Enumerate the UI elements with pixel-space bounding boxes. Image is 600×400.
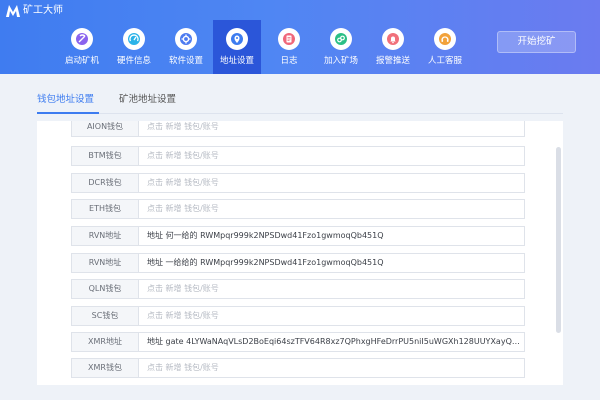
app-title: 矿工大师	[23, 5, 63, 16]
nav-label: 启动矿机	[64, 56, 99, 66]
wallet-row: BTM钱包 点击 新增 钱包/账号	[71, 146, 525, 166]
start-mining-button[interactable]: 开始挖矿	[497, 31, 576, 53]
wallet-row: DCR钱包 点击 新增 钱包/账号	[71, 173, 525, 193]
active-tab-indicator	[37, 112, 99, 114]
wallet-row-label: QLN钱包	[71, 279, 138, 299]
tab-wallet-address[interactable]: 钱包地址设置	[37, 94, 94, 106]
nav-label: 报警推送	[375, 56, 410, 66]
nav-label: 日志	[280, 56, 298, 66]
wallet-row: XMR地址 地址 gate 4LYWaNAqVLsD2BoEqi64szTFV6…	[71, 332, 525, 352]
wallet-row-label: XMR钱包	[71, 358, 138, 378]
wallet-row: SC钱包 点击 新增 钱包/账号	[71, 306, 525, 326]
document-icon	[278, 28, 300, 50]
gear-icon	[175, 28, 197, 50]
wallet-row: RVN地址 地址 何一给的 RWMpqr999k2NPSDwd41Fzo1gwm…	[71, 226, 525, 246]
location-pin-icon	[226, 28, 248, 50]
main-content: 钱包地址设置 矿池地址设置 AION钱包 点击 新增 钱包/账号 BTM钱包 点…	[0, 74, 600, 400]
wallet-address-input[interactable]: 地址 何一给的 RWMpqr999k2NPSDwd41Fzo1gwmoqQb45…	[138, 226, 525, 246]
link-icon	[330, 28, 352, 50]
wallet-row-label: RVN地址	[71, 226, 138, 246]
wallet-row-label: XMR地址	[71, 332, 138, 352]
nav-label: 加入矿场	[323, 56, 358, 66]
wallet-row: RVN地址 地址 一给给的 RWMpqr999k2NPSDwd41Fzo1gwm…	[71, 253, 525, 273]
wallet-row: XMR钱包 点击 新增 钱包/账号	[71, 358, 525, 378]
wallet-row: AION钱包 点击 新增 钱包/账号	[71, 121, 525, 137]
pickaxe-icon	[71, 28, 93, 50]
nav-software-settings[interactable]: 软件设置	[162, 20, 210, 74]
wallet-list-panel: AION钱包 点击 新增 钱包/账号 BTM钱包 点击 新增 钱包/账号 DCR…	[37, 121, 563, 385]
headset-icon	[434, 28, 456, 50]
wallet-row-label: DCR钱包	[71, 173, 138, 193]
wallet-address-input[interactable]: 点击 新增 钱包/账号	[138, 358, 525, 378]
wallet-address-input[interactable]: 点击 新增 钱包/账号	[138, 121, 525, 137]
nav-start-miner[interactable]: 启动矿机	[58, 20, 106, 74]
wallet-row-label: SC钱包	[71, 306, 138, 326]
wallet-row-label: RVN地址	[71, 253, 138, 273]
app-logo: 矿工大师	[6, 3, 63, 19]
nav-alert-push[interactable]: 报警推送	[369, 20, 417, 74]
logo-icon	[6, 5, 20, 17]
wallet-row-label: ETH钱包	[71, 199, 138, 219]
wallet-address-input[interactable]: 点击 新增 钱包/账号	[138, 146, 525, 166]
wallet-row-label: BTM钱包	[71, 146, 138, 166]
nav-label: 人工客服	[427, 56, 462, 66]
wallet-row: ETH钱包 点击 新增 钱包/账号	[71, 199, 525, 219]
nav-customer-service[interactable]: 人工客服	[421, 20, 469, 74]
nav-label: 地址设置	[219, 56, 254, 66]
wallet-address-input[interactable]: 地址 gate 4LYWaNAqVLsD2BoEqi64szTFV64R8xz7…	[138, 332, 525, 352]
bell-icon	[382, 28, 404, 50]
wallet-address-input[interactable]: 地址 一给给的 RWMpqr999k2NPSDwd41Fzo1gwmoqQb45…	[138, 253, 525, 273]
wallet-row: QLN钱包 点击 新增 钱包/账号	[71, 279, 525, 299]
app-header: 矿工大师 启动矿机 硬件信息 软件设置 地址设置 日志 加入矿场 报警推送 人工…	[0, 0, 600, 74]
wallet-row-label: AION钱包	[71, 121, 138, 137]
scrollbar-thumb[interactable]	[556, 147, 561, 333]
nav-address-settings[interactable]: 地址设置	[213, 20, 261, 74]
nav-hardware-info[interactable]: 硬件信息	[110, 20, 158, 74]
nav-log[interactable]: 日志	[265, 20, 313, 74]
settings-tabs: 钱包地址设置 矿池地址设置	[37, 92, 563, 114]
tab-pool-address[interactable]: 矿池地址设置	[119, 94, 176, 106]
nav-join-farm[interactable]: 加入矿场	[317, 20, 365, 74]
wallet-address-input[interactable]: 点击 新增 钱包/账号	[138, 199, 525, 219]
wallet-address-input[interactable]: 点击 新增 钱包/账号	[138, 306, 525, 326]
wallet-address-input[interactable]: 点击 新增 钱包/账号	[138, 173, 525, 193]
nav-label: 硬件信息	[116, 56, 151, 66]
wallet-address-input[interactable]: 点击 新增 钱包/账号	[138, 279, 525, 299]
gauge-icon	[123, 28, 145, 50]
